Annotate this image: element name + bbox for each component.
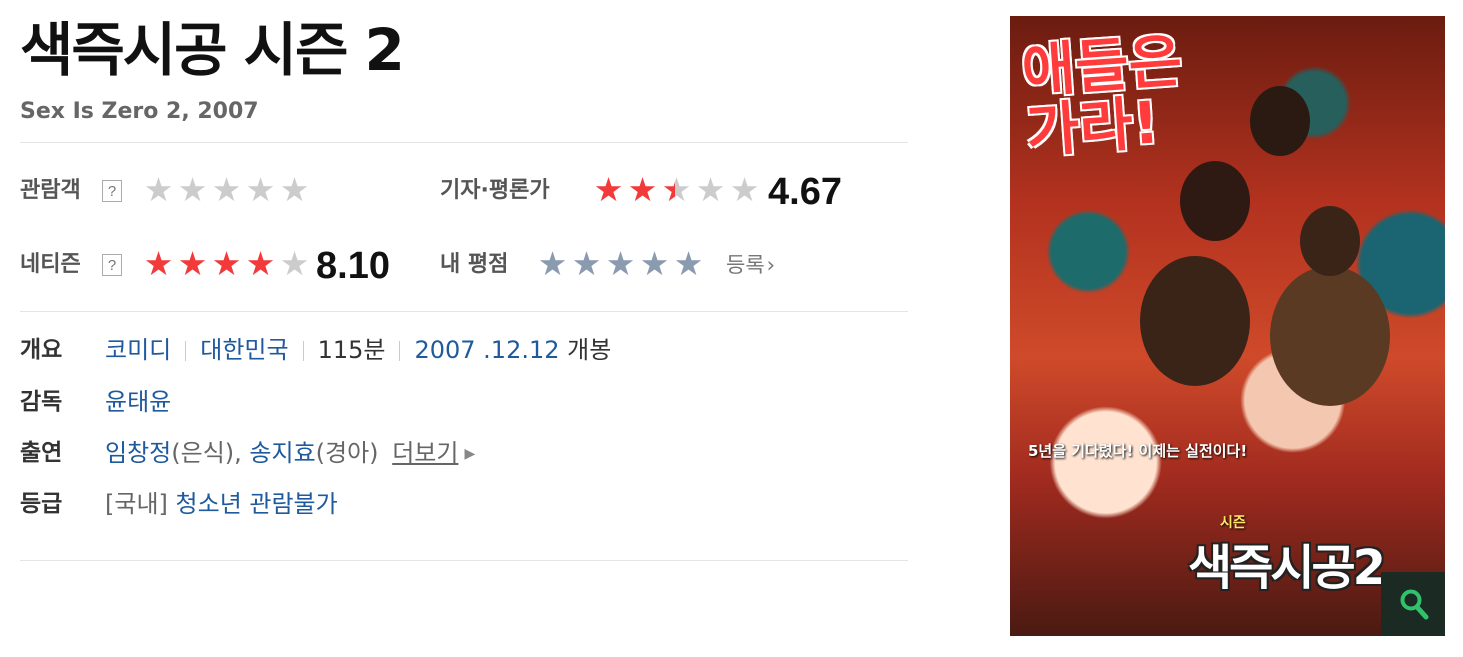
star-icon: ★	[593, 170, 624, 209]
grade-label: 등급	[20, 491, 63, 517]
star-icon[interactable]: ★	[636, 244, 670, 284]
triangle-right-icon: ▶	[464, 446, 476, 462]
netizen-stars: ★ ★ ★ ★ ★	[140, 244, 310, 284]
actor-role: (은식),	[171, 439, 242, 467]
grade-link[interactable]: 청소년 관람불가	[176, 490, 338, 518]
star-icon[interactable]: ★	[670, 244, 704, 284]
audience-help-icon[interactable]: ?	[102, 180, 122, 202]
critics-stars: ★ ★ ★ ★ ★	[590, 170, 760, 210]
star-icon: ★	[245, 244, 276, 283]
star-icon: ★	[177, 170, 208, 209]
star-icon: ★	[279, 170, 310, 209]
actor-role: (경아)	[315, 439, 379, 467]
actor-link[interactable]: 임창정	[105, 439, 171, 467]
netizen-label: 네티즌	[20, 252, 81, 277]
movie-title: 색즉시공 시즌 2	[20, 16, 405, 84]
star-icon: ★	[143, 244, 174, 283]
actor-link[interactable]: 송지효	[249, 439, 315, 467]
poster-figure	[1140, 256, 1250, 386]
poster-caption: 5년을 기다렸다! 이제는 실전이다!	[1028, 442, 1248, 460]
divider-bottom	[20, 560, 908, 561]
divider-top	[20, 142, 908, 143]
netizen-help-icon[interactable]: ?	[102, 254, 122, 276]
star-icon: ★	[211, 170, 242, 209]
star-icon[interactable]: ★	[534, 244, 568, 284]
movie-poster[interactable]: 애들은 가라! 5년을 기다렸다! 이제는 실전이다! 시즌 색즉시공2	[1010, 16, 1445, 636]
grade-row: 등급 [국내] 청소년 관람불가	[20, 486, 900, 522]
star-half-icon: ★	[658, 170, 692, 210]
country-link[interactable]: 대한민국	[200, 336, 288, 364]
star-icon: ★	[627, 170, 658, 209]
separator	[302, 341, 304, 361]
poster-title: 색즉시공2	[1188, 540, 1386, 596]
poster-figure	[1250, 86, 1310, 156]
release-suffix: 개봉	[567, 336, 612, 364]
original-title: Sex Is Zero 2, 2007	[20, 99, 259, 124]
register-label: 등록	[726, 253, 765, 277]
poster-figure	[1180, 161, 1250, 241]
poster-tagline: 애들은 가라!	[1019, 26, 1185, 166]
separator	[399, 341, 401, 361]
star-icon: ★	[729, 170, 760, 209]
director-link[interactable]: 윤태윤	[105, 388, 171, 416]
star-icon: ★	[143, 170, 174, 209]
star-icon: ★	[695, 170, 726, 209]
my-rating-stars[interactable]: ★ ★ ★ ★ ★	[534, 244, 704, 284]
grade-region: [국내]	[105, 490, 168, 518]
separator	[185, 341, 187, 361]
netizen-score: 8.10	[316, 245, 390, 287]
cast-label: 출연	[20, 440, 63, 466]
poster-figure	[1270, 266, 1390, 406]
genre-link[interactable]: 코미디	[105, 336, 171, 364]
star-icon: ★	[279, 244, 310, 283]
more-cast-link[interactable]: 더보기	[392, 439, 458, 467]
audience-label: 관람객	[20, 178, 81, 203]
critics-score: 4.67	[768, 171, 842, 213]
star-icon[interactable]: ★	[602, 244, 636, 284]
my-rating-label: 내 평점	[440, 252, 509, 277]
star-icon: ★	[245, 170, 276, 209]
poster-figure	[1300, 206, 1360, 276]
star-icon: ★	[211, 244, 242, 283]
critics-label: 기자·평론가	[440, 178, 550, 203]
cast-row: 출연 임창정(은식), 송지효(경아) 더보기 ▶	[20, 435, 900, 471]
director-label: 감독	[20, 389, 63, 415]
overview-label: 개요	[20, 337, 63, 363]
star-icon[interactable]: ★	[568, 244, 602, 284]
overview-row: 개요 코미디 대한민국 115분 2007 .12.12 개봉	[20, 332, 900, 368]
register-rating-link[interactable]: 등록›	[726, 250, 775, 280]
runtime: 115분	[317, 336, 386, 364]
chevron-right-icon: ›	[766, 253, 776, 277]
director-row: 감독 윤태윤	[20, 384, 900, 420]
divider-middle	[20, 311, 908, 312]
release-date-link[interactable]: 2007 .12.12	[414, 336, 559, 364]
star-icon: ★	[177, 244, 208, 283]
zoom-button[interactable]	[1381, 572, 1445, 636]
audience-stars: ★ ★ ★ ★ ★	[140, 170, 310, 210]
